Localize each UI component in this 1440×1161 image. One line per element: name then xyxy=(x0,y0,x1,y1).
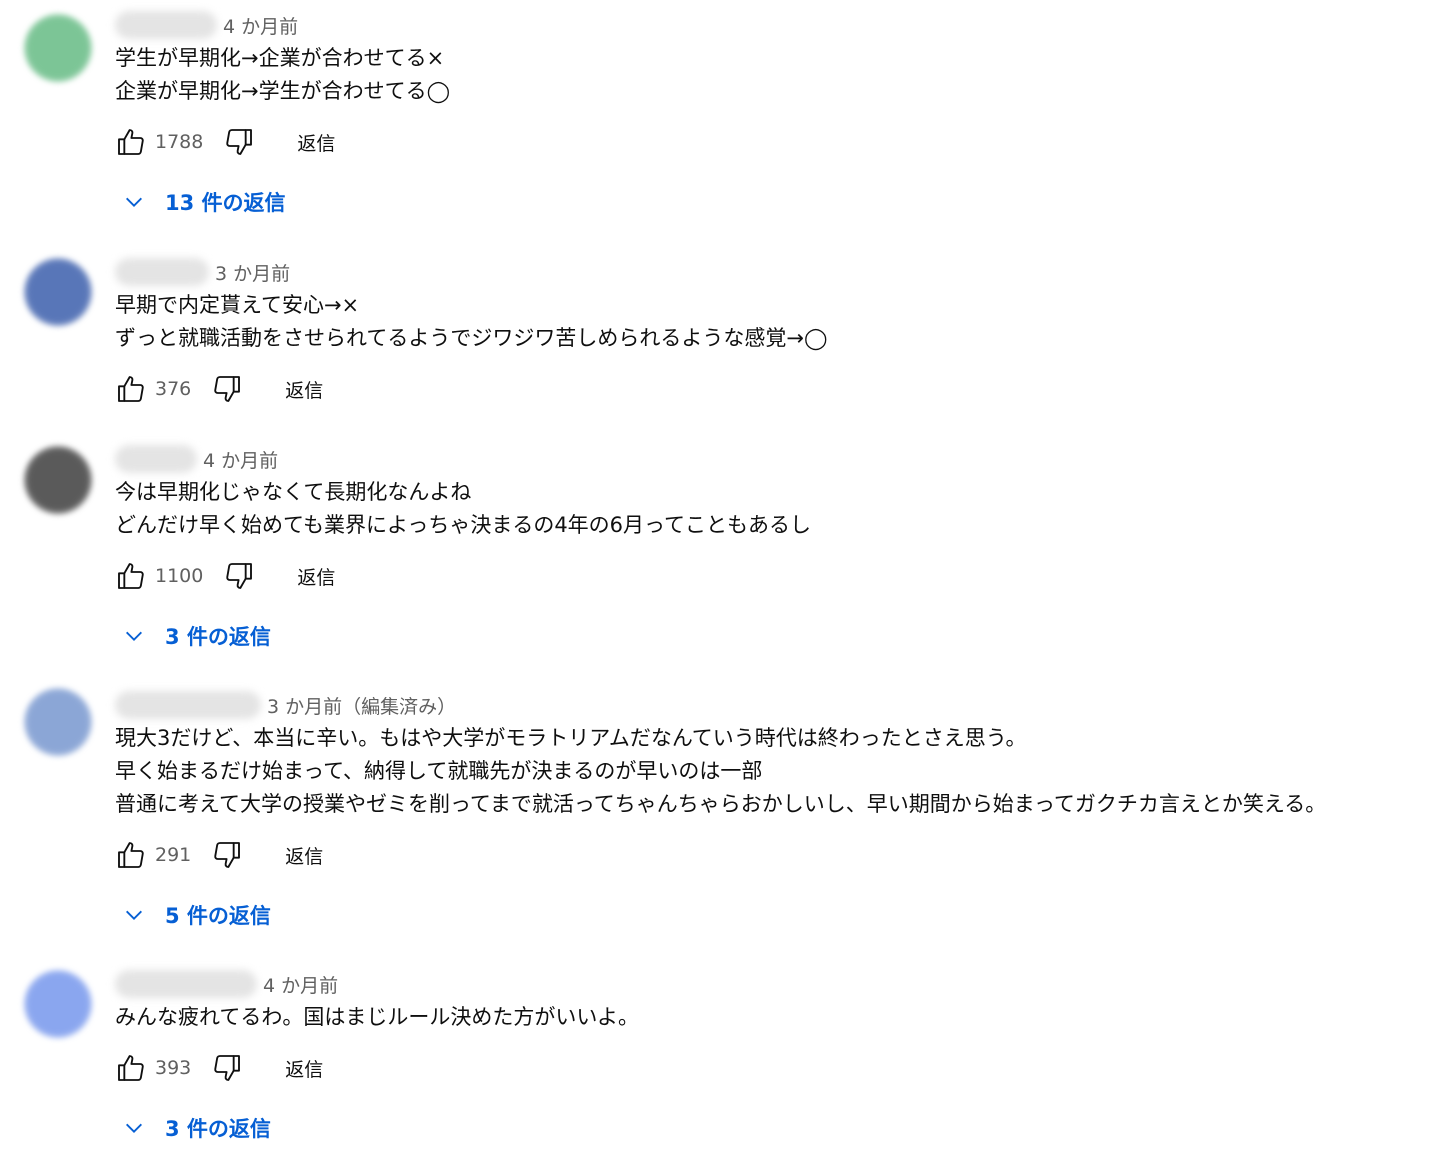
comment-text: 現大3だけど、本当に辛い。もはや大学がモラトリアムだなんていう時代は終わったとさ… xyxy=(115,722,1440,821)
comment-timestamp[interactable]: 3 か月前（編集済み） xyxy=(267,692,456,719)
comment-line: 早く始まるだけ始まって、納得して就職先が決まるのが早いのは一部 xyxy=(115,759,763,783)
thumbs-down-icon[interactable] xyxy=(211,1052,243,1084)
thumbs-up-icon[interactable] xyxy=(115,560,147,592)
reply-button[interactable]: 返信 xyxy=(297,563,335,590)
thumbs-up-icon[interactable] xyxy=(115,1052,147,1084)
thumbs-down-icon[interactable] xyxy=(223,560,255,592)
comment-line: 今は早期化じゃなくて長期化なんよね xyxy=(115,480,472,504)
thumbs-down-icon[interactable] xyxy=(211,373,243,405)
chevron-down-icon xyxy=(126,1123,142,1133)
comment-header: 3 か月前 xyxy=(115,255,1440,289)
view-replies-button[interactable]: 3 件の返信 xyxy=(115,1110,1440,1146)
avatar[interactable] xyxy=(24,446,92,514)
chevron-down-icon xyxy=(126,910,142,920)
like-count: 376 xyxy=(155,378,192,400)
comment-text: 学生が早期化→企業が合わせてる× 企業が早期化→学生が合わせてる◯ xyxy=(115,42,1440,108)
comment-line: どんだけ早く始めても業界によっちゃ決まるの4年の6月ってこともあるし xyxy=(115,513,811,537)
view-replies-button[interactable]: 5 件の返信 xyxy=(115,897,1440,933)
comment-text: 今は早期化じゃなくて長期化なんよねどんだけ早く始めても業界によっちゃ決まるの4年… xyxy=(115,476,1440,542)
comment-line: 早期で内定貰えて安心→× xyxy=(115,293,360,317)
comment-actions: 1788 返信 xyxy=(115,122,1440,162)
thumbs-up-icon[interactable] xyxy=(115,839,147,871)
replies-count-label: 13 件の返信 xyxy=(165,191,286,215)
comment-header: 4 か月前 xyxy=(115,8,1440,42)
view-replies-button[interactable]: 3 件の返信 xyxy=(115,618,1440,654)
thumbs-down-icon[interactable] xyxy=(211,839,243,871)
replies-count-label: 5 件の返信 xyxy=(165,904,271,928)
comment-actions: 376 返信 xyxy=(115,369,1440,409)
comment-actions: 393 返信 xyxy=(115,1048,1440,1088)
like-count: 291 xyxy=(155,844,192,866)
view-replies-button[interactable]: 13 件の返信 xyxy=(115,184,1440,220)
author-name-blurred[interactable] xyxy=(115,691,261,719)
comment-text: みんな疲れてるわ。国はまじルール決めた方がいいよ。 xyxy=(115,1001,1440,1034)
comment-timestamp[interactable]: 4 か月前 xyxy=(263,971,338,998)
avatar[interactable] xyxy=(24,14,92,82)
replies-count-label: 3 件の返信 xyxy=(165,625,271,649)
chevron-down-icon xyxy=(126,197,142,207)
comment-actions: 1100 返信 xyxy=(115,556,1440,596)
author-name-blurred[interactable] xyxy=(115,11,217,39)
reply-button[interactable]: 返信 xyxy=(285,842,323,869)
thumbs-up-icon[interactable] xyxy=(115,126,147,158)
author-name-blurred[interactable] xyxy=(115,258,209,286)
comment-timestamp[interactable]: 4 か月前 xyxy=(223,12,298,39)
like-count: 393 xyxy=(155,1057,192,1079)
comment-header: 4 か月前 xyxy=(115,967,1440,1001)
comment-actions: 291 返信 xyxy=(115,835,1440,875)
avatar[interactable] xyxy=(24,688,92,756)
reply-button[interactable]: 返信 xyxy=(297,129,335,156)
comment-timestamp[interactable]: 3 か月前 xyxy=(215,259,290,286)
author-name-blurred[interactable] xyxy=(115,445,197,473)
avatar[interactable] xyxy=(24,970,92,1038)
chevron-down-icon xyxy=(126,631,142,641)
like-count: 1100 xyxy=(155,565,204,587)
replies-count-label: 3 件の返信 xyxy=(165,1117,271,1141)
comment-line: みんな疲れてるわ。国はまじルール決めた方がいいよ。 xyxy=(115,1005,639,1029)
comment-header: 4 か月前 xyxy=(115,442,1440,476)
thumbs-down-icon[interactable] xyxy=(223,126,255,158)
comment-line: 企業が早期化→学生が合わせてる◯ xyxy=(115,79,451,103)
comment-line: 現大3だけど、本当に辛い。もはや大学がモラトリアムだなんていう時代は終わったとさ… xyxy=(115,726,1027,750)
reply-button[interactable]: 返信 xyxy=(285,376,323,403)
author-name-blurred[interactable] xyxy=(115,970,257,998)
comment-text: 早期で内定貰えて安心→× ずっと就職活動をさせられてるようでジワジワ苦しめられるよ… xyxy=(115,289,1440,355)
reply-button[interactable]: 返信 xyxy=(285,1055,323,1082)
thumbs-up-icon[interactable] xyxy=(115,373,147,405)
comment-line: 普通に考えて大学の授業やゼミを削ってまで就活ってちゃんちゃらおかしいし、早い期間… xyxy=(115,792,1327,816)
comment-line: ずっと就職活動をさせられてるようでジワジワ苦しめられるような感覚→◯ xyxy=(115,326,828,350)
comment-line: 学生が早期化→企業が合わせてる× xyxy=(115,46,445,70)
like-count: 1788 xyxy=(155,131,204,153)
avatar[interactable] xyxy=(24,258,92,326)
comment-header: 3 か月前（編集済み） xyxy=(115,688,1440,722)
comment-timestamp[interactable]: 4 か月前 xyxy=(203,446,278,473)
